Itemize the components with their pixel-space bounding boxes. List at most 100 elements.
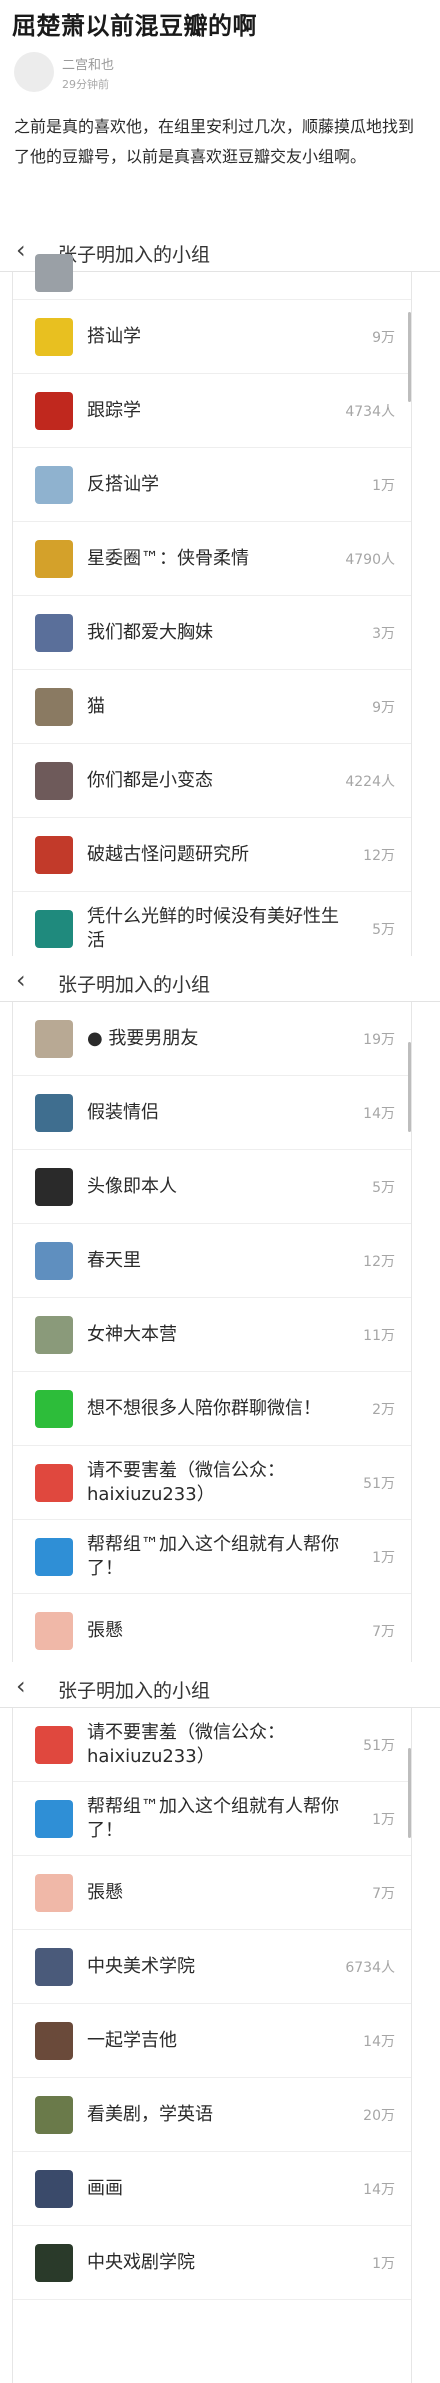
group-name: 春天里: [87, 1250, 141, 1271]
group-list-item[interactable]: 中央美术学院 6734人: [13, 1930, 411, 2004]
photo-icon: [35, 762, 73, 800]
stop-sign-icon: [35, 1464, 73, 1502]
group-name: 我们都爱大胸妹: [87, 622, 213, 643]
member-count: 14万: [363, 1106, 395, 1122]
group-list-item[interactable]: 一起学吉他 14万: [13, 2004, 411, 2078]
group-name: 请不要害羞（微信公众：haixiuzu233）: [87, 1460, 285, 1505]
cat-icon: [35, 688, 73, 726]
member-count: 5万: [372, 922, 395, 938]
group-list-item[interactable]: ● 我要男朋友 19万: [13, 1002, 411, 1076]
member-count: 19万: [363, 1032, 395, 1048]
group-list-item[interactable]: 请不要害羞（微信公众：haixiuzu233） 51万: [13, 1446, 411, 1520]
group-name: 帮帮组™加入这个组就有人帮你了！: [87, 1534, 339, 1579]
group-list-item[interactable]: 搭讪学 9万: [13, 300, 411, 374]
member-count: 4734人: [345, 404, 395, 420]
group-name: ● 我要男朋友: [87, 1028, 199, 1049]
group-list-item[interactable]: 假装情侣 14万: [13, 1076, 411, 1150]
group-list-item[interactable]: 跟踪学 4734人: [13, 374, 411, 448]
group-list: 请不要害羞（微信公众：haixiuzu233） 51万 帮帮组™加入这个组就有人帮你…: [12, 1708, 412, 2383]
group-name: 画画: [87, 2178, 123, 2199]
group-list-item[interactable]: 春天里 12万: [13, 1224, 411, 1298]
group-name: 想不想很多人陪你群聊微信！: [87, 1398, 321, 1419]
back-arrow-icon[interactable]: ‹: [16, 966, 26, 994]
member-count: 6734人: [345, 1960, 395, 1976]
scrollbar[interactable]: [408, 1042, 411, 1132]
group-list-item[interactable]: 看美剧，学英语 20万: [13, 2078, 411, 2152]
back-arrow-icon[interactable]: ‹: [16, 236, 26, 264]
group-list-item[interactable]: 星委圈™：侠骨柔情 4790人: [13, 522, 411, 596]
flask-icon: [35, 836, 73, 874]
group-list-item[interactable]: 猫 9万: [13, 670, 411, 744]
group-list-item[interactable]: 我们都爱大胸妹 3万: [13, 596, 411, 670]
book-icon: [35, 318, 73, 356]
member-count: 1万: [372, 478, 395, 494]
doraemon-icon: [35, 1538, 73, 1576]
calligraphy-icon: [35, 1948, 73, 1986]
group-name: 星委圈™：侠骨柔情: [87, 548, 249, 569]
group-name: 凭什么光鲜的时候没有美好性生活: [87, 906, 339, 951]
group-name: 中央戏剧学院: [87, 2252, 195, 2273]
group-name: 搭讪学: [87, 326, 141, 347]
nav-bar: ‹ 张子明加入的小组: [0, 1664, 440, 1708]
group-list-item[interactable]: 凭什么光鲜的时候没有美好性生活 5万: [13, 892, 411, 956]
member-count: 7万: [372, 1886, 395, 1902]
landscape-icon: [35, 1316, 73, 1354]
painting-icon: [35, 2170, 73, 2208]
group-list-item[interactable]: 反搭讪学 1万: [13, 448, 411, 522]
group-list-item[interactable]: 画画 14万: [13, 2152, 411, 2226]
people-icon: [35, 466, 73, 504]
post-timestamp: 29分钟前: [62, 78, 109, 91]
doraemon-icon: [35, 1800, 73, 1838]
face-icon: [35, 1168, 73, 1206]
member-count: 14万: [363, 2182, 395, 2198]
member-count: 20万: [363, 2108, 395, 2124]
stop-sign-icon: [35, 1726, 73, 1764]
member-count: 4790人: [345, 552, 395, 568]
avatar[interactable]: [14, 52, 54, 92]
member-count: 14万: [363, 2034, 395, 2050]
group-list: 搭讪学 9万跟踪学 4734人反搭讪学 1万星委圈™：侠骨柔情 4790人我们都爱大胸妹…: [12, 254, 412, 956]
group-list-item[interactable]: 帮帮组™加入这个组就有人帮你了！ 1万: [13, 1520, 411, 1594]
scrollbar[interactable]: [408, 1748, 411, 1838]
group-name: 猫: [87, 696, 105, 717]
group-list-screen: ‹ 张子明加入的小组请不要害羞（微信公众：haixiuzu233） 51万 帮帮组™加…: [0, 1664, 440, 2383]
theater-icon: [35, 2244, 73, 2282]
group-list-item[interactable]: 想不想很多人陪你群聊微信！ 2万: [13, 1372, 411, 1446]
group-list-item[interactable]: 你们都是小变态 4224人: [13, 744, 411, 818]
pink-note-icon: [35, 1874, 73, 1912]
group-list-item[interactable]: 头像即本人 5万: [13, 1150, 411, 1224]
page-title: 张子明加入的小组: [58, 1680, 211, 1702]
group-list-item[interactable]: 请不要害羞（微信公众：haixiuzu233） 51万: [13, 1708, 411, 1782]
member-count: 7万: [372, 1624, 395, 1640]
group-name: 跟踪学: [87, 400, 141, 421]
post-title: 屈楚萧以前混豆瓣的啊: [12, 12, 257, 40]
group-name: 你们都是小变态: [87, 770, 213, 791]
group-list-screen: ‹ 张子明加入的小组 搭讪学 9万 跟踪学 4734人 反搭讪学 1万 星委圈™：侠骨柔情 479…: [0, 228, 440, 956]
author-name[interactable]: 二宫和也: [62, 54, 114, 73]
post-body: 之前是真的喜欢他，在组里安利过几次，顺藤摸瓜地找到了他的豆瓣号，以前是真喜欢逛豆…: [14, 117, 415, 166]
group-list-item[interactable]: [13, 254, 411, 300]
page-title: 张子明加入的小组: [58, 974, 211, 996]
guitar-icon: [35, 2022, 73, 2060]
member-count: 5万: [372, 1180, 395, 1196]
portrait-icon: [35, 614, 73, 652]
sea-icon: [35, 1094, 73, 1132]
member-count: 51万: [363, 1738, 395, 1754]
group-name: 中央美术学院: [87, 1956, 195, 1977]
group-name: 看美剧，学英语: [87, 2104, 213, 2125]
group-list-item[interactable]: 破越古怪问题研究所 12万: [13, 818, 411, 892]
member-count: 9万: [372, 330, 395, 346]
scrollbar[interactable]: [408, 312, 411, 402]
member-count: 12万: [363, 1254, 395, 1270]
group-list-item[interactable]: 女神大本营 11万: [13, 1298, 411, 1372]
group-name: [87, 228, 339, 302]
back-arrow-icon[interactable]: ‹: [16, 1672, 26, 1700]
group-list-item[interactable]: 張懸 7万: [13, 1594, 411, 1662]
member-count: 3万: [372, 626, 395, 642]
member-count: 2万: [372, 1402, 395, 1418]
group-name: 女神大本营: [87, 1324, 177, 1345]
group-list-item[interactable]: 中央戏剧学院 1万: [13, 2226, 411, 2300]
group-list-item[interactable]: 張懸 7万: [13, 1856, 411, 1930]
group-list-item[interactable]: 帮帮组™加入这个组就有人帮你了！ 1万: [13, 1782, 411, 1856]
nav-bar: ‹ 张子明加入的小组: [0, 958, 440, 1002]
